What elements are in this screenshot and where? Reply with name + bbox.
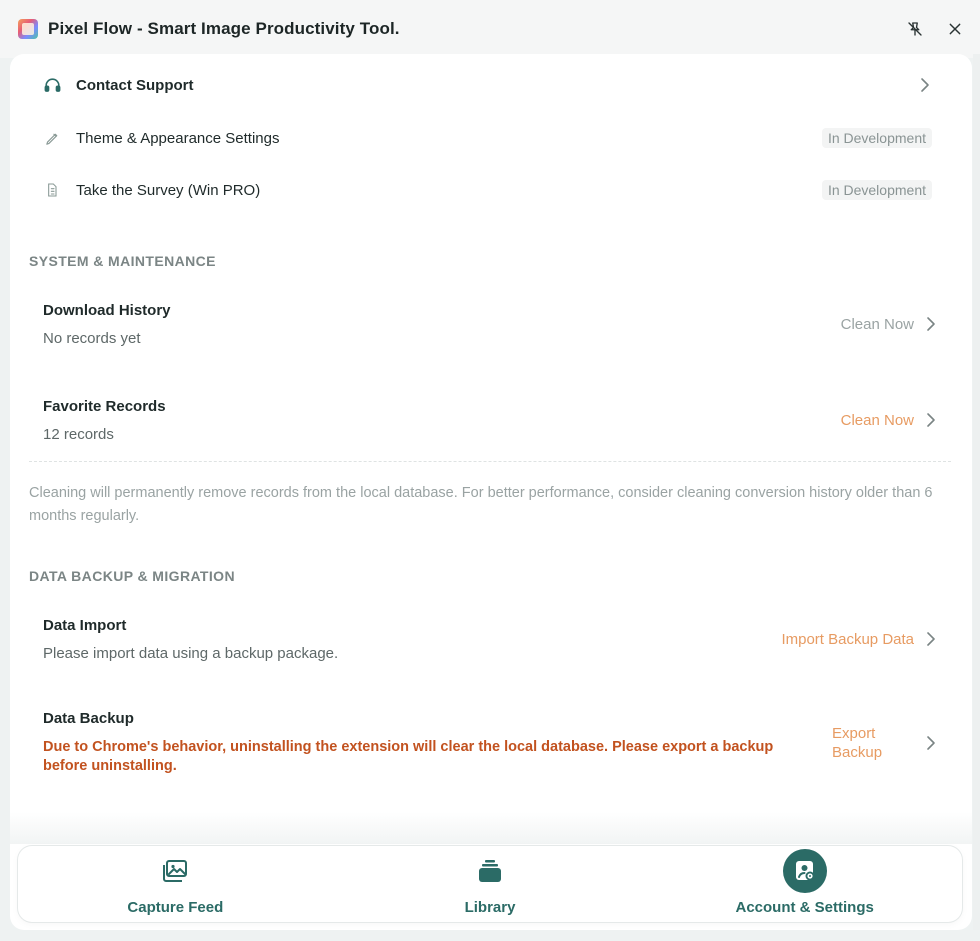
data-backup-row: Data Backup Due to Chrome's behavior, un… <box>10 708 972 778</box>
headset-icon <box>42 75 62 95</box>
contact-support-label: Contact Support <box>76 76 194 94</box>
favorite-records-count: 12 records <box>43 425 114 443</box>
title-bar: Pixel Flow - Smart Image Productivity To… <box>0 0 980 58</box>
data-import-title: Data Import <box>43 616 127 634</box>
chevron-right-icon <box>918 76 932 94</box>
download-history-title: Download History <box>43 301 171 319</box>
chevron-right-icon[interactable] <box>924 411 938 429</box>
survey-label: Take the Survey (Win PRO) <box>76 181 261 199</box>
data-backup-warning: Due to Chrome's behavior, uninstalling t… <box>43 739 774 774</box>
nav-label: Library <box>464 899 516 916</box>
scroll-fade <box>10 812 972 844</box>
favorite-records-title: Favorite Records <box>43 397 166 415</box>
close-icon <box>949 23 961 35</box>
window-title: Pixel Flow - Smart Image Productivity To… <box>48 19 400 38</box>
nav-account-settings[interactable]: Account & Settings <box>647 846 962 922</box>
account-settings-icon <box>782 849 827 893</box>
nav-capture-feed[interactable]: Capture Feed <box>18 846 333 922</box>
pen-icon <box>42 128 62 148</box>
status-badge: In Development <box>821 128 932 148</box>
favorite-records-row: Favorite Records 12 records Clean Now <box>10 394 972 446</box>
chevron-right-icon[interactable] <box>924 734 938 752</box>
close-button[interactable] <box>944 18 966 40</box>
data-import-row: Data Import Please import data using a b… <box>10 613 972 665</box>
image-gallery-icon <box>153 849 197 893</box>
unpin-icon <box>908 22 922 36</box>
scrollbar[interactable] <box>973 54 980 930</box>
data-backup-title: Data Backup <box>43 710 134 727</box>
download-history-row: Download History No records yet Clean No… <box>10 298 972 350</box>
chevron-right-icon[interactable] <box>924 630 938 648</box>
status-badge: In Development <box>821 180 932 200</box>
data-import-description: Please import data using a backup packag… <box>43 644 339 662</box>
survey-document-icon <box>42 180 62 200</box>
unpin-button[interactable] <box>904 18 926 40</box>
survey-row[interactable]: Take the Survey (Win PRO) In Development <box>10 164 972 216</box>
clean-download-history-button[interactable]: Clean Now <box>841 316 914 333</box>
contact-support-row[interactable]: Contact Support <box>10 59 972 111</box>
theme-settings-label: Theme & Appearance Settings <box>76 129 280 147</box>
section-title-backup: DATA BACKUP & MIGRATION <box>29 568 235 584</box>
bottom-navigation: Capture Feed Library Account & Settings <box>18 846 962 922</box>
section-title-system: SYSTEM & MAINTENANCE <box>29 253 216 269</box>
settings-panel: Contact Support Theme & Appearance Setti… <box>10 54 972 930</box>
nav-label: Account & Settings <box>735 899 874 916</box>
stack-icon <box>468 849 512 893</box>
title-actions <box>904 18 966 40</box>
nav-library[interactable]: Library <box>333 846 648 922</box>
nav-label: Capture Feed <box>127 899 224 916</box>
chevron-right-icon[interactable] <box>924 315 938 333</box>
clean-favorite-records-button[interactable]: Clean Now <box>841 412 914 429</box>
cleaning-note: Cleaning will permanently remove records… <box>29 485 933 524</box>
section-divider <box>29 461 951 462</box>
export-backup-button[interactable]: Export Backup <box>832 724 902 762</box>
download-history-count: No records yet <box>43 329 141 347</box>
import-backup-button[interactable]: Import Backup Data <box>781 631 914 648</box>
theme-settings-row[interactable]: Theme & Appearance Settings In Developme… <box>10 112 972 164</box>
app-logo-icon <box>18 19 38 39</box>
